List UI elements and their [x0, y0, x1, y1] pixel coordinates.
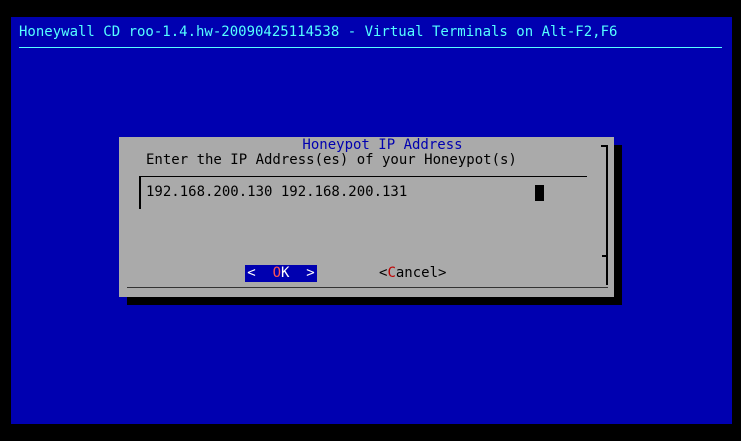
cancel-button-hotkey: C	[387, 265, 396, 281]
border-bottom	[127, 287, 608, 288]
ok-button-right: >	[289, 265, 315, 281]
border-separator-tick	[602, 255, 608, 257]
cancel-button[interactable]: <Cancel>	[379, 265, 446, 282]
ip-address-value: 192.168.200.130 192.168.200.131	[146, 184, 408, 200]
border-right	[606, 145, 608, 285]
dialog-title: Honeypot IP Address	[302, 137, 463, 153]
dialog-prompt: Enter the IP Address(es) of your Honeypo…	[146, 152, 517, 168]
ip-address-input[interactable]: 192.168.200.130 192.168.200.131	[139, 176, 587, 209]
terminal-screen: Honeywall CD roo-1.4.hw-20090425114538 -…	[0, 0, 741, 441]
inputbox-dialog: Honeypot IP Address Enter the IP Address…	[119, 137, 614, 297]
cancel-button-rest: ancel>	[395, 265, 447, 281]
ok-button-left: <	[247, 265, 273, 281]
text-cursor	[535, 185, 544, 201]
backtitle-divider	[19, 47, 722, 48]
ok-button-hotkey: O	[272, 265, 281, 281]
backtitle: Honeywall CD roo-1.4.hw-20090425114538 -…	[19, 24, 618, 40]
ok-button[interactable]: < OK >	[245, 265, 317, 282]
